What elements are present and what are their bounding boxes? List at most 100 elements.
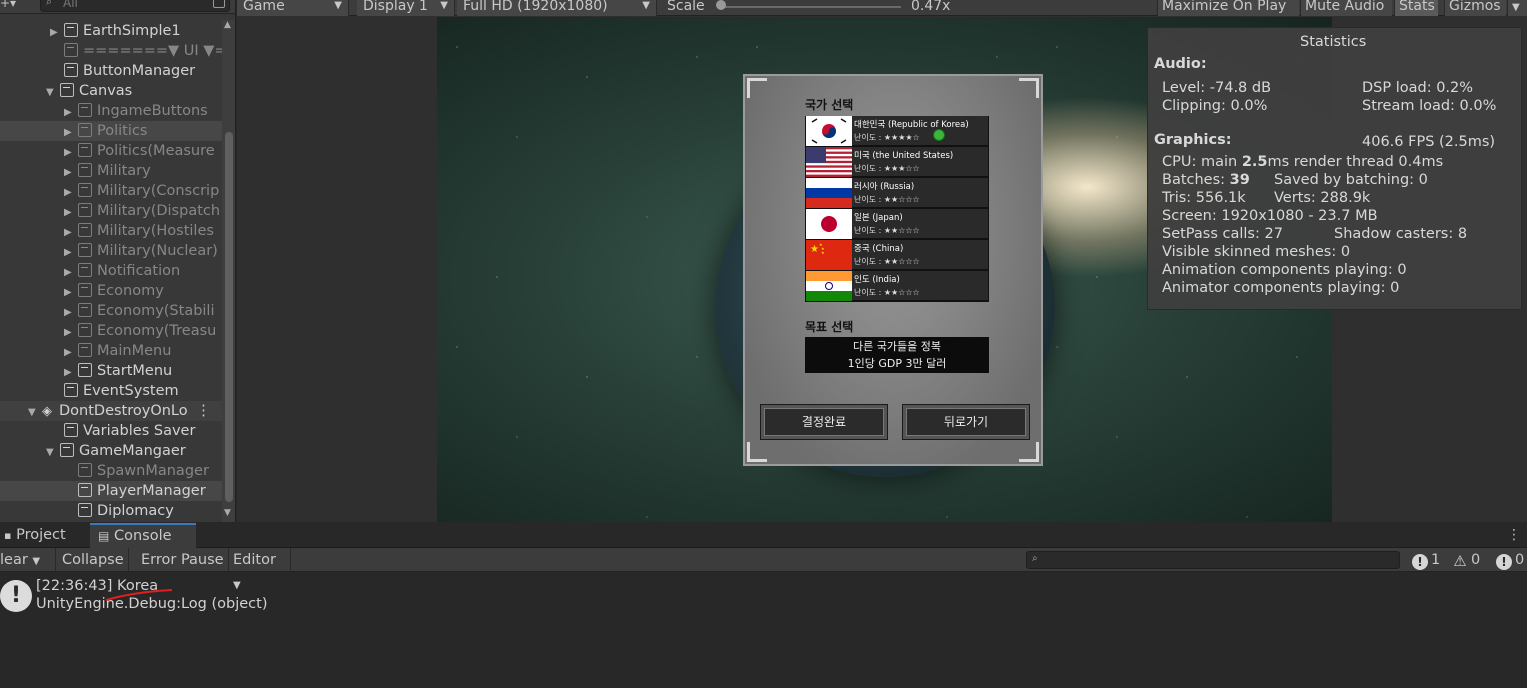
- hierarchy-item[interactable]: ▼ Canvas: [0, 81, 222, 101]
- gizmos-dropdown[interactable]: ▼: [1507, 0, 1527, 16]
- goal-option[interactable]: 다른 국가들을 정복: [805, 338, 989, 355]
- game-view: Game ▼ Display 1 ▼ Full HD (1920x1080) ▼ Sc…: [237, 0, 1527, 522]
- hierarchy-item-label: Variables Saver: [83, 423, 196, 439]
- scene-menu-icon[interactable]: ⋮: [192, 403, 211, 419]
- hierarchy-item[interactable]: ButtonManager: [0, 61, 222, 81]
- country-option-india[interactable]: 인도 (India) 난이도 : ★★☆☆☆: [806, 271, 988, 301]
- hierarchy-item[interactable]: ▶ Military(Hostiles: [0, 221, 222, 241]
- hierarchy-item[interactable]: ▶ Notification: [0, 261, 222, 281]
- hierarchy-item[interactable]: ▶ MainMenu: [0, 341, 222, 361]
- hierarchy-search-input[interactable]: ⌕ All: [40, 0, 230, 12]
- console-search-input[interactable]: ⌕: [1026, 551, 1400, 569]
- warning-count-toggle[interactable]: ⚠ 0: [1452, 550, 1480, 570]
- hierarchy-item[interactable]: Variables Saver: [0, 421, 222, 441]
- goal-options[interactable]: 다른 국가들을 정복 1인당 GDP 3만 달러: [805, 337, 989, 373]
- expand-right-icon[interactable]: ▶: [64, 183, 76, 203]
- hierarchy-item[interactable]: =======▼ UI ▼=: [0, 41, 227, 61]
- tab-console-label: Console: [113, 528, 172, 544]
- add-dropdown-button[interactable]: +▾: [0, 0, 16, 10]
- expand-right-icon[interactable]: ▶: [64, 323, 76, 343]
- hierarchy-item[interactable]: ▶ Military: [0, 161, 222, 181]
- hierarchy-item-label: Military(Conscrip: [97, 183, 220, 199]
- info-count-toggle[interactable]: ! 1: [1412, 550, 1440, 570]
- hierarchy-item[interactable]: ▶ Economy(Stabili: [0, 301, 222, 321]
- hierarchy-item[interactable]: ▶ Economy(Treasu: [0, 321, 222, 341]
- hierarchy-item[interactable]: PlayerManager: [0, 481, 222, 501]
- tab-console[interactable]: ▤ Console: [90, 523, 196, 548]
- expand-right-icon[interactable]: ▶: [64, 103, 76, 123]
- view-dropdown[interactable]: Game ▼: [237, 0, 349, 16]
- expand-right-icon[interactable]: ▶: [64, 303, 76, 323]
- batches: Batches: 39: [1162, 172, 1250, 188]
- frame-corner: [1019, 78, 1039, 98]
- hierarchy-item-label: ButtonManager: [83, 63, 196, 79]
- goal-option[interactable]: 1인당 GDP 3만 달러: [805, 355, 989, 372]
- country-option-usa[interactable]: 미국 (the United States) 난이도 : ★★★☆☆: [806, 147, 988, 177]
- hierarchy-item-label: SpawnManager: [97, 463, 209, 479]
- expand-down-icon[interactable]: ▼: [46, 83, 58, 103]
- hierarchy-item[interactable]: ▶ StartMenu: [0, 361, 222, 381]
- expand-down-icon[interactable]: ▼: [28, 403, 40, 423]
- hierarchy-item-label: =======▼ UI ▼=: [83, 43, 227, 59]
- expand-right-icon[interactable]: ▶: [64, 243, 76, 263]
- hierarchy-item[interactable]: ▶ Politics(Measure: [0, 141, 222, 161]
- error-count-toggle[interactable]: ! 0: [1496, 550, 1524, 570]
- display-dropdown[interactable]: Display 1 ▼: [357, 0, 455, 16]
- expand-right-icon[interactable]: ▶: [64, 263, 76, 283]
- country-option-korea[interactable]: 대한민국 (Republic of Korea) 난이도 : ★★★★☆: [806, 116, 988, 146]
- hierarchy-scrollbar[interactable]: ▲ ▼: [222, 20, 235, 522]
- animation-components: Animation components playing: 0: [1162, 262, 1407, 278]
- hierarchy-item[interactable]: ▼ ◈ DontDestroyOnLo ⋮: [0, 401, 222, 421]
- hierarchy-item[interactable]: ▶ Military(Conscrip: [0, 181, 222, 201]
- stats-toggle[interactable]: Stats: [1394, 0, 1438, 16]
- clear-button[interactable]: lear ▼: [0, 548, 56, 572]
- tab-project[interactable]: ▪ Project: [0, 523, 74, 548]
- error-pause-toggle[interactable]: Error Pause: [137, 548, 229, 572]
- expand-right-icon[interactable]: ▶: [64, 283, 76, 303]
- hierarchy-item[interactable]: ▶ Military(Dispatch: [0, 201, 222, 221]
- country-name: 일본 (Japan): [854, 213, 903, 223]
- hierarchy-item[interactable]: Diplomacy: [0, 501, 222, 521]
- expand-right-icon[interactable]: ▶: [64, 143, 76, 163]
- country-option-china[interactable]: ★ ★ ★ ★ 중국 (China) 난이도 : ★★☆☆☆: [806, 240, 988, 270]
- country-option-russia[interactable]: 러시아 (Russia) 난이도 : ★★☆☆☆: [806, 178, 988, 208]
- country-option-japan[interactable]: 일본 (Japan) 난이도 : ★★☆☆☆: [806, 209, 988, 239]
- hierarchy-item[interactable]: EventSystem: [0, 381, 222, 401]
- scene-filter-icon[interactable]: [213, 0, 225, 8]
- expand-right-icon[interactable]: ▶: [64, 223, 76, 243]
- editor-dropdown[interactable]: Editor ▼: [229, 548, 291, 591]
- log-entry[interactable]: ! [22:36:43] Korea UnityEngine.Debug:Log…: [0, 575, 1527, 621]
- confirm-button[interactable]: 결정완료: [760, 404, 888, 440]
- scroll-down-icon[interactable]: ▼: [224, 508, 231, 518]
- hierarchy-item[interactable]: ▶ IngameButtons: [0, 101, 222, 121]
- hierarchy-item[interactable]: ▶ Military(Nuclear): [0, 241, 222, 261]
- expand-right-icon[interactable]: ▶: [64, 123, 76, 143]
- screen: Screen: 1920x1080 - 23.7 MB: [1162, 208, 1378, 224]
- batches-prefix: Batches:: [1162, 172, 1230, 188]
- hierarchy-item[interactable]: ▼ GameMangaer: [0, 441, 222, 461]
- scrollbar-thumb[interactable]: [225, 132, 233, 502]
- expand-right-icon[interactable]: ▶: [64, 203, 76, 223]
- hierarchy-item[interactable]: SpawnManager: [0, 461, 222, 481]
- hierarchy-item[interactable]: ▶ EarthSimple1: [0, 21, 222, 41]
- collapse-toggle[interactable]: Collapse: [58, 548, 129, 572]
- maximize-on-play-toggle[interactable]: Maximize On Play: [1157, 0, 1299, 16]
- resolution-dropdown[interactable]: Full HD (1920x1080) ▼: [457, 0, 657, 16]
- expand-right-icon[interactable]: ▶: [64, 343, 76, 363]
- scroll-up-icon[interactable]: ▲: [224, 20, 231, 30]
- scale-slider[interactable]: [721, 6, 901, 8]
- hierarchy-item[interactable]: ▶ Politics: [0, 121, 222, 141]
- country-select-dialog: 국가 선택 대한민국 (Republic of Korea) 난이도 : ★★★★…: [743, 74, 1043, 466]
- expand-right-icon[interactable]: ▶: [64, 363, 76, 383]
- mute-audio-toggle[interactable]: Mute Audio: [1300, 0, 1392, 16]
- gizmos-toggle[interactable]: Gizmos: [1444, 0, 1506, 16]
- expand-down-icon[interactable]: ▼: [46, 443, 58, 463]
- tris: Tris: 556.1k: [1162, 190, 1246, 206]
- country-name: 대한민국 (Republic of Korea): [854, 120, 969, 130]
- back-button[interactable]: 뒤로가기: [902, 404, 1030, 440]
- expand-right-icon[interactable]: ▶: [64, 163, 76, 183]
- scale-slider-handle[interactable]: [716, 0, 726, 10]
- more-options-icon[interactable]: ⋮: [1507, 527, 1521, 543]
- hierarchy-item[interactable]: ▶ Economy: [0, 281, 222, 301]
- expand-right-icon[interactable]: ▶: [50, 23, 62, 43]
